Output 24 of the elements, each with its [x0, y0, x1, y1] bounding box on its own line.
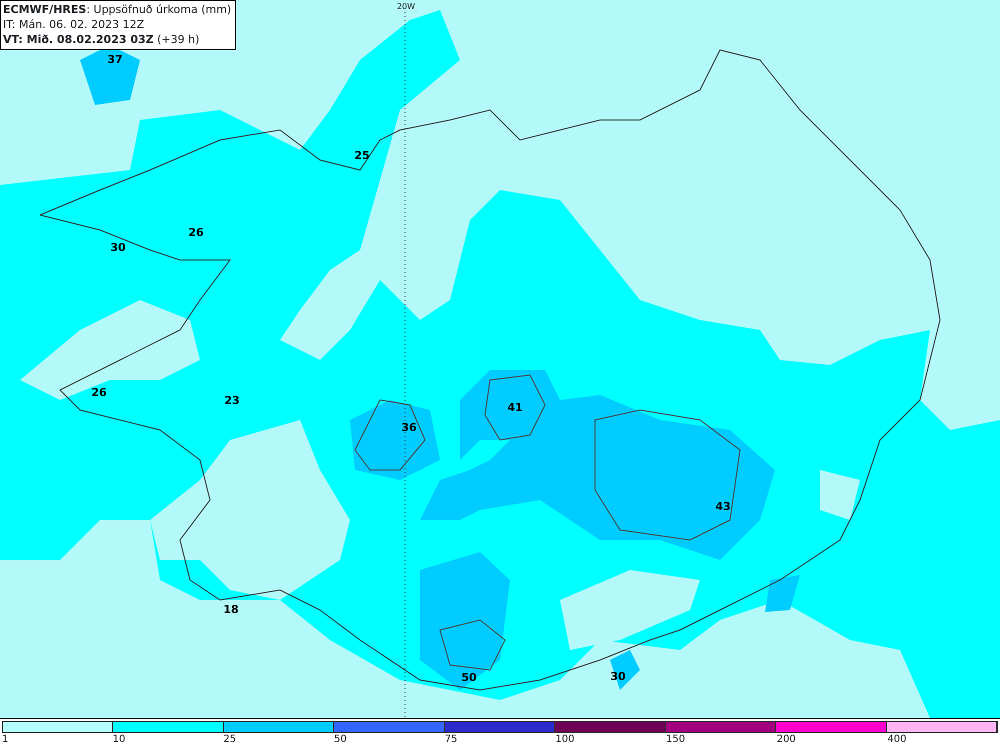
legend-label: 200: [776, 734, 796, 745]
legend-label: 25: [223, 734, 236, 745]
precipitation-value: 41: [507, 400, 523, 416]
legend-label: 100: [555, 734, 574, 745]
header-text: ECMWF/HRES: Uppsöfnuð úrkoma (mm): [3, 2, 232, 17]
precipitation-value: 43: [715, 498, 731, 515]
precipitation-value: 25: [354, 148, 370, 164]
legend-label: 400: [887, 734, 906, 745]
precipitation-value: 30: [110, 240, 126, 256]
legend-label: 50: [334, 734, 347, 745]
precipitation-value: 37: [107, 52, 123, 68]
header-text: VT: Mið. 08.02.2023 03Z (+39 h): [3, 32, 200, 47]
precipitation-value: 26: [91, 384, 107, 401]
header-text: IT: Mán. 06. 02. 2023 12Z: [3, 17, 146, 32]
precipitation-value: 23: [224, 392, 240, 409]
precipitation-value: 50: [461, 670, 477, 686]
precipitation-value: 36: [401, 420, 417, 436]
precipitation-value: 18: [223, 602, 239, 618]
precipitation-value: 26: [188, 224, 204, 241]
meridian-label: 20W: [396, 1, 416, 13]
legend-label: 1: [2, 734, 8, 745]
legend-label: 150: [666, 734, 686, 745]
legend-label: 75: [444, 734, 458, 745]
legend-label: 10: [112, 734, 126, 745]
